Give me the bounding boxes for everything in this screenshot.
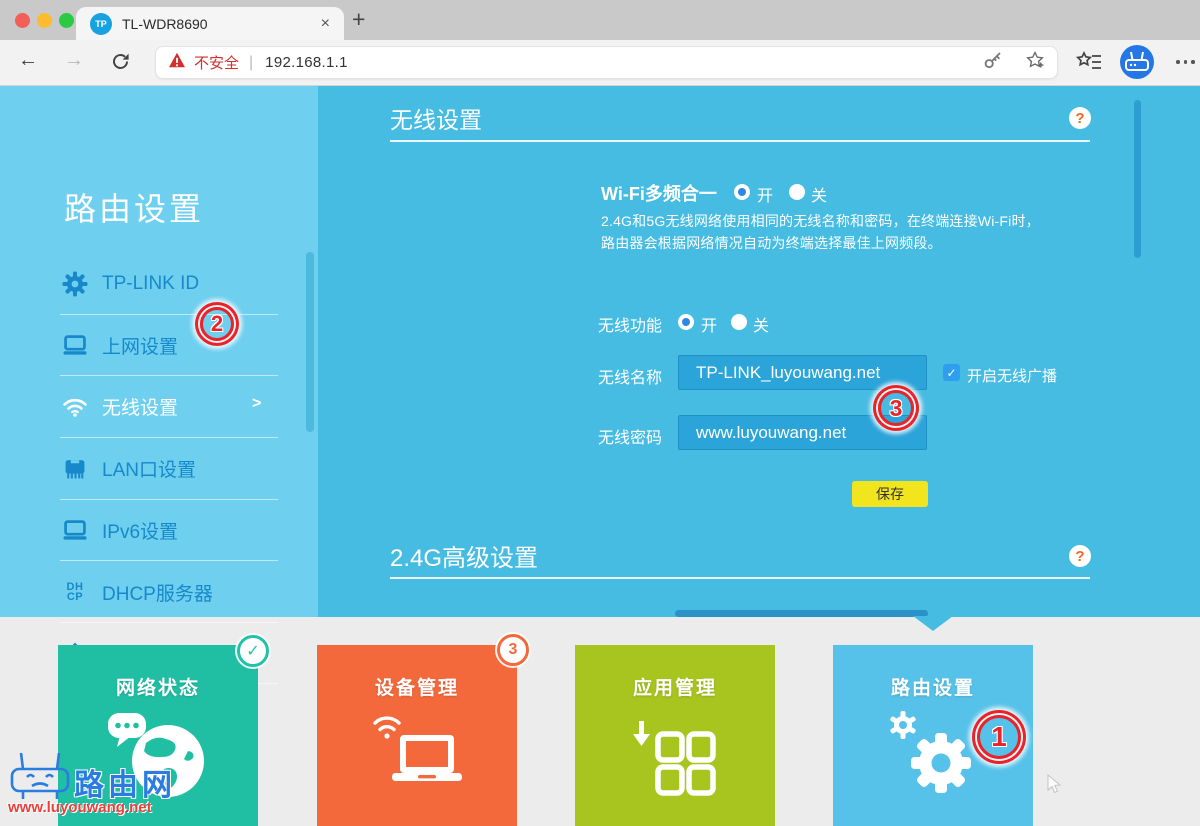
- wifi-laptop-icon: [367, 707, 467, 800]
- save-button[interactable]: 保存: [852, 481, 928, 507]
- sidebar-item-internet[interactable]: 上网设置: [62, 327, 292, 363]
- annotation-step-1: 1: [977, 715, 1021, 759]
- back-icon[interactable]: ←: [18, 49, 38, 72]
- wifi-merge-on-radio[interactable]: [734, 184, 750, 200]
- wireless-function-on-radio[interactable]: [678, 314, 694, 330]
- sidebar-item-dhcp[interactable]: DHCP DHCP服务器: [62, 574, 292, 610]
- sidebar-item-lan[interactable]: LAN口设置: [62, 450, 292, 486]
- page-title: 无线设置: [390, 101, 482, 135]
- mouse-cursor: [1046, 774, 1062, 799]
- browser-window: TP TL-WDR8690 × + ← → 不安全 | 192.168.1.1: [0, 0, 1200, 826]
- add-bookmark-star-icon[interactable]: [1025, 50, 1045, 75]
- annotation-step-2: 2: [200, 307, 234, 341]
- broadcast-checkbox[interactable]: ✓: [943, 364, 960, 381]
- apps-grid-icon: [627, 707, 723, 804]
- zoom-window-light[interactable]: [59, 13, 74, 28]
- divider: [60, 437, 278, 438]
- active-tab-pointer: [913, 616, 953, 631]
- tp-link-favicon: TP: [90, 13, 112, 35]
- sidebar-item-label: IPv6设置: [102, 517, 178, 544]
- security-warning-label: 不安全: [194, 52, 239, 73]
- broadcast-label: 开启无线广播: [967, 365, 1057, 386]
- dhcp-icon: DHCP: [62, 582, 88, 602]
- wifi-merge-off-radio[interactable]: [789, 184, 805, 200]
- ssid-label: 无线名称: [598, 364, 662, 388]
- wifi-merge-on-label: 开: [757, 182, 773, 206]
- active-tab-indicator: [675, 610, 928, 617]
- card-title: 路由设置: [833, 673, 1033, 700]
- divider: [60, 375, 278, 376]
- card-title: 应用管理: [575, 673, 775, 700]
- url-separator: |: [249, 54, 253, 72]
- sidebar-item-ipv6[interactable]: IPv6设置: [62, 512, 292, 548]
- divider: [60, 622, 278, 623]
- tab-strip: TP TL-WDR8690 × +: [0, 0, 1200, 40]
- card-title: 网络状态: [58, 673, 258, 700]
- divider: [390, 577, 1090, 579]
- ssid-input[interactable]: [678, 355, 927, 390]
- watermark-site-url: www.luyouwang.net: [8, 799, 152, 816]
- sidebar-item-label: TP-LINK ID: [102, 273, 199, 295]
- help-icon[interactable]: ?: [1069, 545, 1091, 567]
- close-window-light[interactable]: [15, 13, 30, 28]
- wireless-function-on-label: 开: [701, 312, 717, 336]
- sidebar-item-label: DHCP服务器: [102, 579, 213, 606]
- annotation-step-3: 3: [878, 390, 914, 426]
- wifi-band-merge-label: Wi-Fi多频合一: [601, 180, 717, 206]
- browser-toolbar: ← → 不安全 | 192.168.1.1: [0, 40, 1200, 86]
- favorites-list-icon[interactable]: [1076, 51, 1102, 78]
- help-icon[interactable]: ?: [1069, 107, 1091, 129]
- password-key-icon[interactable]: [983, 50, 1003, 75]
- reload-icon[interactable]: [110, 51, 131, 77]
- description-line1: 2.4G和5G无线网络使用相同的无线名称和密码，在终端连接Wi-Fi时，: [601, 211, 1040, 231]
- wireless-function-label: 无线功能: [598, 312, 662, 336]
- sidebar-title: 路由设置: [64, 184, 204, 230]
- nav-card-device-management[interactable]: 设备管理: [317, 645, 517, 826]
- divider: [60, 499, 278, 500]
- sidebar-scrollbar[interactable]: [306, 252, 314, 432]
- sidebar-item-label: 无线设置: [102, 393, 178, 420]
- profile-avatar-router-icon[interactable]: [1120, 45, 1154, 79]
- wireless-function-off-label: 关: [753, 312, 769, 336]
- advanced-section-title: 2.4G高级设置: [390, 538, 538, 573]
- minimize-window-light[interactable]: [37, 13, 52, 28]
- laptop-icon: [62, 519, 88, 541]
- settings-sidebar: 路由设置 TP-LINK ID 上网设置 无线设置 > LAN口设置 IPv6设…: [0, 86, 318, 617]
- forward-icon: →: [64, 49, 84, 72]
- browser-menu-icon[interactable]: [1176, 60, 1195, 64]
- sidebar-item-label: LAN口设置: [102, 455, 196, 482]
- url-text[interactable]: 192.168.1.1: [265, 54, 348, 71]
- wireless-function-off-radio[interactable]: [731, 314, 747, 330]
- card-title: 设备管理: [317, 673, 517, 700]
- browser-tab[interactable]: TP TL-WDR8690 ×: [76, 7, 344, 40]
- nav-card-app-management[interactable]: 应用管理: [575, 645, 775, 826]
- security-warning-icon: [168, 52, 186, 73]
- wifi-merge-off-label: 关: [811, 182, 827, 206]
- description-line2: 路由器会根据网络情况自动为终端选择最佳上网频段。: [601, 233, 942, 253]
- status-check-badge: ✓: [237, 635, 269, 667]
- gear-icon: [62, 271, 88, 297]
- lan-port-icon: [62, 457, 88, 480]
- sidebar-item-label: 上网设置: [102, 332, 178, 359]
- sidebar-item-tplink-id[interactable]: TP-LINK ID: [62, 266, 292, 302]
- divider: [60, 314, 278, 315]
- watermark-site-name: 路由网: [74, 760, 176, 804]
- address-bar[interactable]: 不安全 | 192.168.1.1: [155, 46, 1058, 79]
- password-label: 无线密码: [598, 424, 662, 448]
- notification-count-badge: 3: [497, 634, 529, 666]
- wifi-icon: [62, 395, 88, 418]
- tab-close-icon[interactable]: ×: [317, 15, 334, 33]
- gears-icon: [883, 707, 983, 807]
- tab-title: TL-WDR8690: [122, 16, 317, 32]
- chevron-right-icon: >: [252, 395, 261, 413]
- content-scrollbar[interactable]: [1134, 100, 1141, 258]
- divider: [60, 560, 278, 561]
- divider: [390, 140, 1090, 142]
- laptop-icon: [62, 334, 88, 356]
- new-tab-button[interactable]: +: [352, 6, 365, 33]
